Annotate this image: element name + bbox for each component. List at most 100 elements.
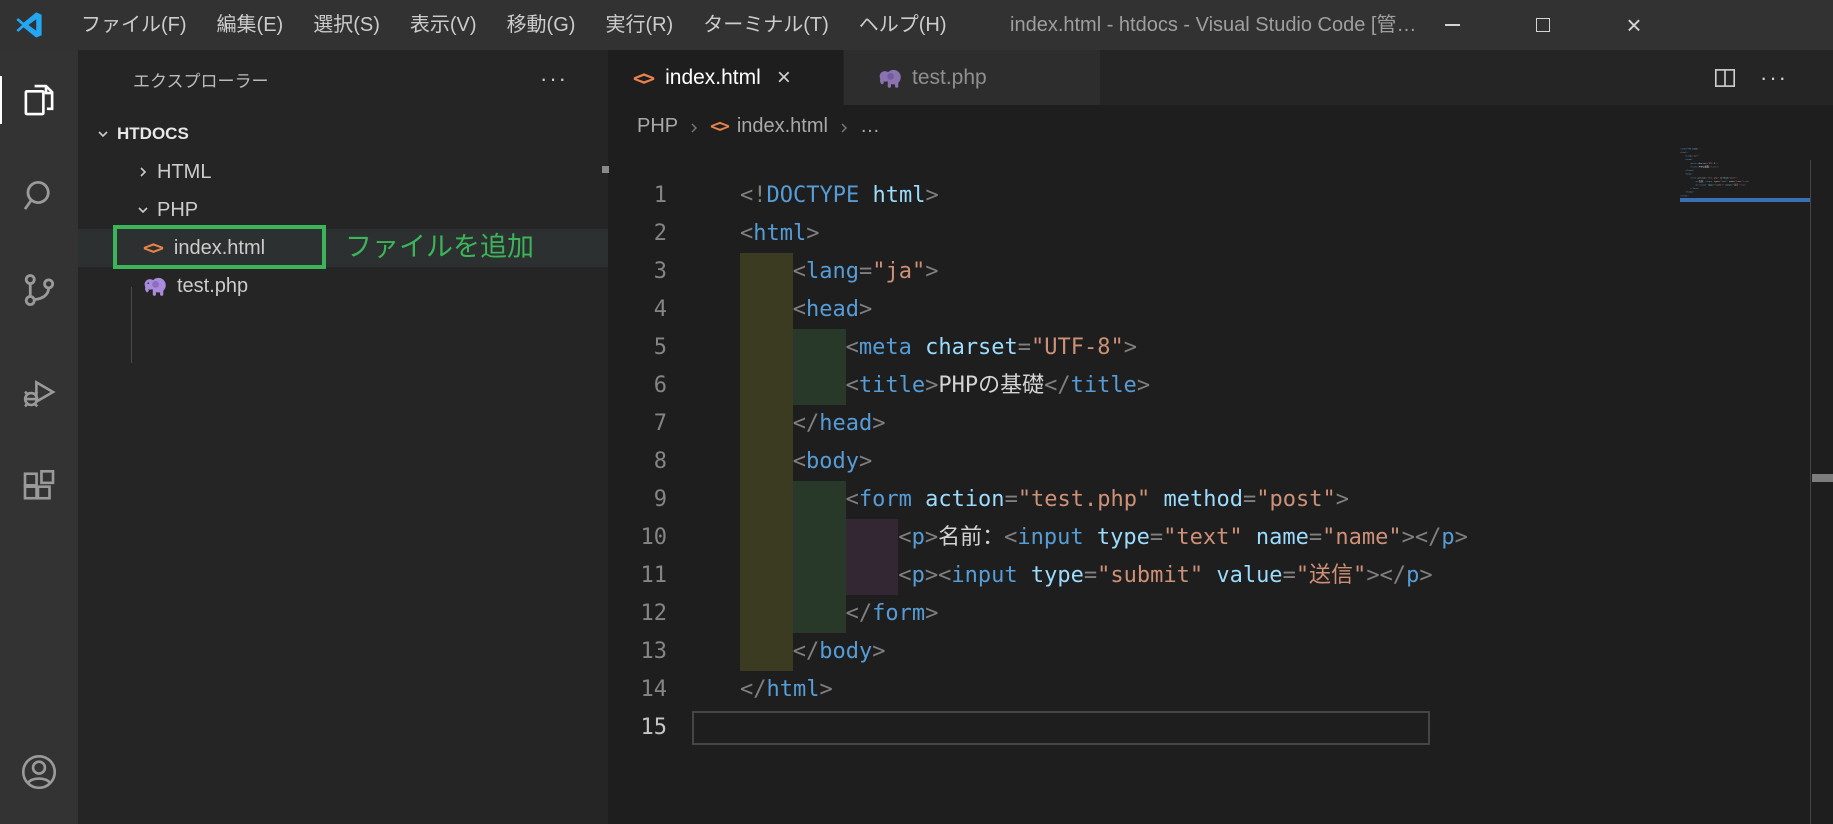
code-line-9[interactable]: 9<form action="test.php" method="post"> [608, 481, 1833, 519]
code-token: > [859, 449, 873, 474]
menu-selection[interactable]: 選択(S) [298, 0, 395, 50]
code-token: body [806, 449, 860, 474]
minimize-button[interactable] [1408, 0, 1496, 50]
code-line-11[interactable]: 11<p><input type="submit" value="送信"></p… [608, 557, 1833, 595]
explorer-more-icon[interactable]: ··· [540, 66, 568, 92]
code-line-6[interactable]: 6<title>PHPの基礎</title> [608, 367, 1833, 405]
line-number: 10 [640, 525, 668, 550]
tree-file-test-php[interactable]: test.php [78, 267, 608, 305]
code-token: > [1335, 487, 1349, 512]
code-token: > [872, 639, 886, 664]
tree-folder-html[interactable]: HTML [78, 153, 608, 191]
code-token: > [859, 297, 873, 322]
code-token: = [1243, 487, 1257, 512]
tree-file-label: test.php [177, 274, 249, 297]
code-editor[interactable]: 1 <! DOCTYPE html >2 < html >3 < lang = "ja" >4 < hea… [608, 148, 1833, 747]
code-token: > [819, 677, 833, 702]
code-token: = [1004, 487, 1018, 512]
menu-terminal[interactable]: ターミナル(T) [688, 0, 844, 50]
code-token: p [911, 525, 925, 550]
code-line-14[interactable]: 14 </html> [608, 671, 1833, 709]
search-icon[interactable] [0, 172, 78, 220]
code-token: < [792, 449, 807, 474]
breadcrumb-folder[interactable]: PHP [637, 115, 678, 138]
minimap-highlight [1680, 198, 1810, 202]
php-elephant-icon [144, 277, 166, 296]
current-line-highlight [692, 711, 1430, 745]
line-number: 3 [653, 259, 667, 284]
code-token: form [858, 487, 912, 512]
code-token: > [1401, 525, 1415, 550]
code-token: < [792, 259, 807, 284]
editor-more-icon[interactable]: ··· [1760, 65, 1788, 91]
code-token: html [766, 677, 820, 702]
indent-highlight [792, 595, 846, 633]
code-line-7[interactable]: 7 </head> [608, 405, 1833, 443]
menu-run[interactable]: 実行(R) [590, 0, 688, 50]
code-token: charset [925, 335, 1018, 360]
code-token: > [925, 601, 939, 626]
line-number: 14 [640, 677, 668, 702]
line-number: 9 [653, 487, 667, 512]
code-line-13[interactable]: 13 </body> [608, 633, 1833, 671]
menu-edit[interactable]: 編集(E) [202, 0, 299, 50]
close-button[interactable]: × [1590, 0, 1678, 50]
line-number: 5 [653, 335, 667, 360]
activity-bar [0, 50, 78, 824]
code-token: head [819, 411, 873, 436]
code-token: = [859, 259, 873, 284]
accounts-icon[interactable] [0, 748, 78, 796]
code-token: input [1017, 525, 1084, 550]
code-token: </ [1379, 563, 1407, 588]
menu-help[interactable]: ヘルプ(H) [844, 0, 962, 50]
extensions-icon[interactable] [0, 462, 78, 510]
run-and-debug-icon[interactable] [0, 368, 78, 416]
tab-close-icon[interactable]: × [777, 64, 791, 92]
code-line-1[interactable]: 1 <!DOCTYPE html> [608, 177, 1833, 215]
breadcrumb-more[interactable]: … [860, 115, 880, 138]
code-token: = [1017, 335, 1032, 360]
indent-highlight [792, 329, 846, 367]
menu-view[interactable]: 表示(V) [395, 0, 492, 50]
code-token: "test.php" [1017, 487, 1151, 512]
code-line-10[interactable]: 10<p>名前：<input type="text" name="name"><… [608, 519, 1833, 557]
code-line-5[interactable]: 5 <meta charset="UTF-8"> [608, 329, 1833, 367]
code-token: input [951, 563, 1018, 588]
code-token: "UTF-8" [1031, 335, 1124, 360]
scrollbar-thumb[interactable] [1812, 474, 1833, 482]
tab-test-php[interactable]: test.php [844, 50, 1101, 105]
code-token: "post" [1256, 487, 1336, 512]
maximize-button[interactable] [1499, 0, 1587, 50]
code-token: type [1096, 525, 1150, 550]
code-token: p [1406, 563, 1420, 588]
minimap[interactable]: 1<!DOCTYPE html>2<html>3<lang="ja">4<hea… [1680, 147, 1810, 277]
code-line-8[interactable]: 8 <body> [608, 443, 1833, 481]
code-line-12[interactable]: 12 </form> [608, 595, 1833, 633]
explorer-icon[interactable] [0, 76, 78, 124]
menu-go[interactable]: 移動(G) [492, 0, 591, 50]
menu-file[interactable]: ファイル(F) [66, 0, 202, 50]
tree-root-htdocs[interactable]: HTDOCS [78, 115, 608, 153]
code-token: type [1030, 563, 1084, 588]
tree-folder-php[interactable]: PHP [78, 191, 608, 229]
code-token: > [872, 411, 886, 436]
explorer-sidebar: エクスプローラー ··· HTDOCS HTML PHP <> index.ht… [78, 50, 608, 824]
code-token: PHPの基礎 [938, 373, 1045, 398]
code-line-4[interactable]: 4 <head> [608, 291, 1833, 329]
code-token: > [1123, 335, 1138, 360]
breadcrumb-file[interactable]: index.html [737, 115, 828, 138]
sash-marker [602, 166, 609, 173]
tab-index-html[interactable]: <> index.html × [608, 50, 844, 105]
code-line-2[interactable]: 2 <html> [608, 215, 1833, 253]
annotation-label: ファイルを追加 [345, 232, 534, 262]
code-token: < [1004, 525, 1018, 550]
explorer-header: エクスプローラー ··· [78, 50, 608, 108]
code-line-3[interactable]: 3 <lang="ja"> [608, 253, 1833, 291]
source-control-icon[interactable] [0, 266, 78, 314]
split-editor-icon[interactable] [1712, 65, 1738, 91]
code-token: body [819, 639, 873, 664]
code-token: < [845, 487, 859, 512]
code-line-15[interactable]: 15 [608, 709, 1833, 747]
